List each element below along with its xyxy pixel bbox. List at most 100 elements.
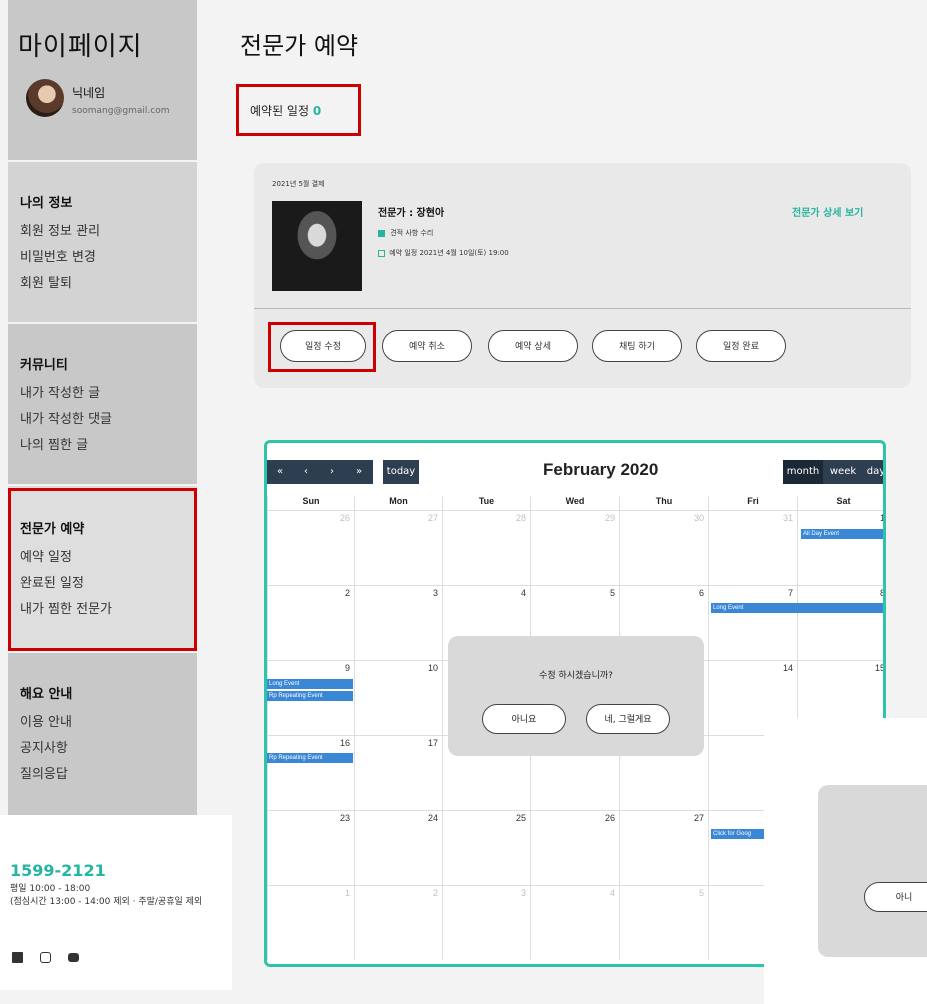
calendar-day-cell[interactable]: 5 xyxy=(619,885,708,960)
event-repeating-1[interactable]: Rp Repeating Event xyxy=(267,691,353,701)
day-number: 1 xyxy=(344,888,350,898)
calendar-day-cell[interactable]: 4 xyxy=(530,885,619,960)
calendar-day-cell[interactable]: 8 xyxy=(797,585,885,660)
email: soomang@gmail.com xyxy=(72,106,170,116)
next-month-button[interactable]: › xyxy=(319,460,345,484)
calendar-day-cell[interactable]: 25 xyxy=(442,810,530,885)
service-row: 견적 사항 수리 xyxy=(378,228,433,238)
day-number: 3 xyxy=(520,888,526,898)
day-number: 29 xyxy=(604,513,615,523)
day-number: 2 xyxy=(432,888,438,898)
month-view-button[interactable]: month xyxy=(783,460,823,484)
expert-detail-link[interactable]: 전문가 상세 보기 xyxy=(792,204,863,219)
today-button[interactable]: today xyxy=(383,460,419,484)
calendar-day-cell[interactable]: 2 xyxy=(354,885,442,960)
calendar-day-cell[interactable]: 30 xyxy=(619,510,708,585)
day-number: 25 xyxy=(515,813,526,823)
calendar-day-cell[interactable]: 3 xyxy=(442,885,530,960)
sidebar-item-usage-guide[interactable]: 이용 안내 xyxy=(20,711,72,735)
day-number: 14 xyxy=(782,663,793,673)
sidebar-item-notice[interactable]: 공지사항 xyxy=(20,737,68,761)
day-number: 6 xyxy=(698,588,704,598)
calendar-day-cell[interactable]: 1 xyxy=(267,885,354,960)
weekday-header: Fri xyxy=(708,496,797,510)
calendar-day-cell[interactable]: 27 xyxy=(619,810,708,885)
day-number: 4 xyxy=(520,588,526,598)
confirm-modal-partial: 아니 xyxy=(818,785,927,957)
calendar-day-cell[interactable]: 3 xyxy=(354,585,442,660)
chat-button[interactable]: 채팅 하기 xyxy=(592,330,682,362)
sidebar-section-guide: 해요 안내 이용 안내 공지사항 질의응답 xyxy=(8,653,197,815)
event-google[interactable]: Click for Goog xyxy=(711,829,767,839)
event-all-day[interactable]: All Day Event xyxy=(801,529,883,539)
section-heading: 해요 안내 xyxy=(20,687,73,702)
modal-no-button[interactable]: 아니요 xyxy=(482,704,566,734)
calendar-day-cell[interactable]: 28 xyxy=(442,510,530,585)
complete-schedule-button[interactable]: 일정 완료 xyxy=(696,330,786,362)
modal-yes-button[interactable]: 네, 그럴게요 xyxy=(586,704,670,734)
calendar-day-cell[interactable]: 27 xyxy=(354,510,442,585)
calendar-day-cell[interactable]: 7 xyxy=(708,585,797,660)
expert-photo xyxy=(272,201,362,291)
day-number: 1 xyxy=(879,513,885,523)
event-long-cont[interactable]: Long Event xyxy=(267,679,353,689)
sidebar-item-change-password[interactable]: 비밀번호 변경 xyxy=(20,246,96,270)
week-view-button[interactable]: week xyxy=(823,460,863,484)
day-number: 10 xyxy=(427,663,438,673)
sidebar-item-member-info[interactable]: 회원 정보 관리 xyxy=(20,220,100,244)
calendar-day-cell[interactable]: 26 xyxy=(267,510,354,585)
day-number: 24 xyxy=(427,813,438,823)
day-number: 3 xyxy=(432,588,438,598)
calendar-day-cell[interactable]: 24 xyxy=(354,810,442,885)
weekday-header: Wed xyxy=(530,496,619,510)
weekday-header: Thu xyxy=(619,496,708,510)
highlight-sidebar-expert-booking xyxy=(8,488,197,651)
calendar-day-cell[interactable]: 23 xyxy=(267,810,354,885)
service-text: 견적 사항 수리 xyxy=(390,229,434,237)
card-divider xyxy=(254,308,911,309)
event-repeating-2[interactable]: Rp Repeating Event xyxy=(267,753,353,763)
day-view-button[interactable]: day xyxy=(863,460,883,484)
day-number: 5 xyxy=(609,588,615,598)
day-number: 30 xyxy=(693,513,704,523)
modal2-no-button[interactable]: 아니 xyxy=(864,882,927,912)
calendar-title: February 2020 xyxy=(543,460,659,479)
calendar-day-cell[interactable]: 17 xyxy=(354,735,442,810)
calendar-day-cell[interactable]: 31 xyxy=(708,510,797,585)
day-number: 7 xyxy=(787,588,793,598)
sidebar-item-withdraw[interactable]: 회원 탈퇴 xyxy=(20,272,72,296)
youtube-icon[interactable] xyxy=(68,953,80,962)
event-long[interactable]: Long Event xyxy=(711,603,883,613)
calendar-day-cell[interactable]: 10 xyxy=(354,660,442,735)
sidebar-item-saved-posts[interactable]: 나의 찜한 글 xyxy=(20,434,88,458)
sidebar-item-my-posts[interactable]: 내가 작성한 글 xyxy=(20,382,100,406)
day-number: 28 xyxy=(515,513,526,523)
calendar-day-cell[interactable]: 16 xyxy=(267,735,354,810)
calendar-day-cell[interactable]: 1 xyxy=(797,510,885,585)
day-number: 26 xyxy=(339,513,350,523)
day-number: 8 xyxy=(879,588,885,598)
calendar-day-cell[interactable]: 26 xyxy=(530,810,619,885)
booking-detail-button[interactable]: 예약 상세 xyxy=(488,330,578,362)
day-number: 27 xyxy=(427,513,438,523)
sidebar-item-my-comments[interactable]: 내가 작성한 댓글 xyxy=(20,408,112,432)
facebook-icon[interactable] xyxy=(12,952,23,963)
prev-month-button[interactable]: ‹ xyxy=(293,460,319,484)
prev-year-button[interactable]: « xyxy=(267,460,293,484)
sidebar-section-my-info: 나의 정보 회원 정보 관리 비밀번호 변경 회원 탈퇴 xyxy=(8,162,197,322)
highlight-edit-schedule xyxy=(268,322,376,372)
expert-name: 전문가 : 장현아 xyxy=(378,208,445,219)
cancel-booking-button[interactable]: 예약 취소 xyxy=(382,330,472,362)
calendar-day-cell[interactable]: 29 xyxy=(530,510,619,585)
weekday-header: Mon xyxy=(354,496,442,510)
weekday-header: Tue xyxy=(442,496,530,510)
next-year-button[interactable]: » xyxy=(345,460,373,484)
sidebar-item-qna[interactable]: 질의응답 xyxy=(20,763,68,787)
day-number: 31 xyxy=(782,513,793,523)
sidebar-profile: 마이페이지 닉네임 soomang@gmail.com xyxy=(8,0,197,160)
calendar-day-cell[interactable]: 2 xyxy=(267,585,354,660)
instagram-icon[interactable] xyxy=(40,952,52,963)
sidebar-section-community: 커뮤니티 내가 작성한 글 내가 작성한 댓글 나의 찜한 글 xyxy=(8,324,197,484)
calendar-icon xyxy=(378,249,385,257)
day-number: 23 xyxy=(339,813,350,823)
